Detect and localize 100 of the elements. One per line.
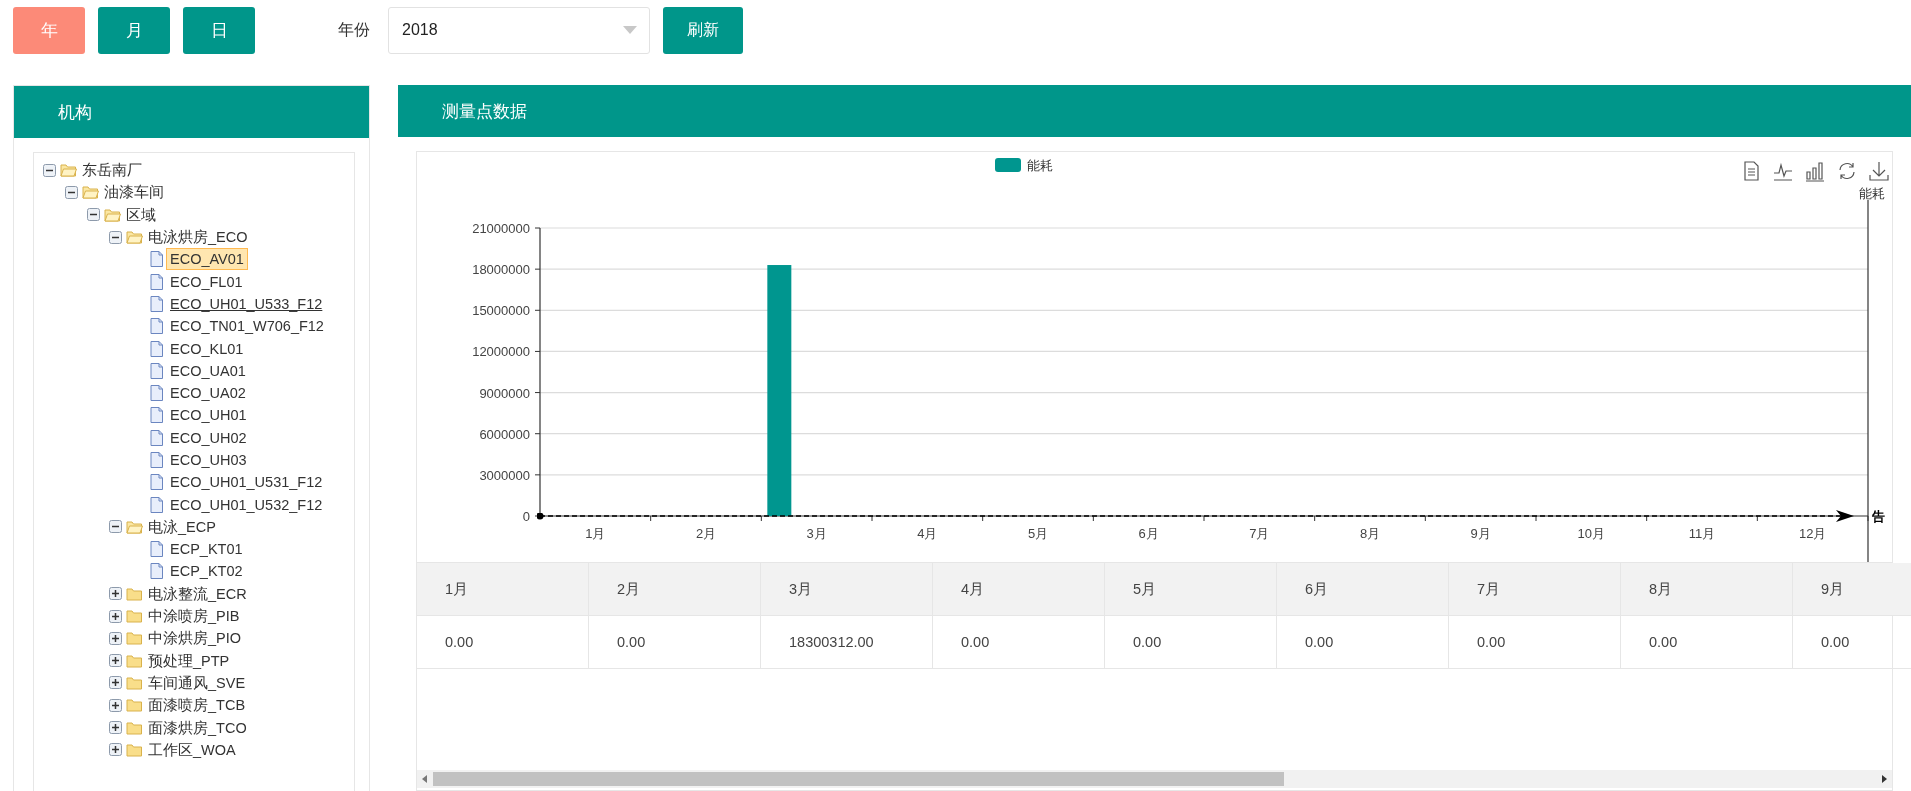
document-icon (148, 563, 165, 580)
x-tick-label: 2月 (695, 526, 717, 541)
tree-item[interactable]: ECO_TN01_W706_F12 (166, 315, 328, 338)
tree-item[interactable]: 中涂烘房_PIO (144, 627, 246, 650)
expand-icon[interactable] (109, 698, 122, 712)
tree-item[interactable]: 区域 (122, 203, 160, 226)
tree-item[interactable]: ECO_UH01_U531_F12 (166, 471, 327, 494)
collapse-icon[interactable] (43, 163, 56, 177)
tree-item[interactable]: ECO_UH01_U533_F12 (166, 292, 327, 315)
tree-item[interactable]: 车间通风_SVE (144, 671, 250, 694)
expand-icon[interactable] (109, 676, 122, 690)
y-tick-label: 21000000 (472, 221, 530, 236)
tree-item[interactable]: 电泳整流_ECR (144, 582, 251, 605)
period-tab[interactable]: 日 (183, 6, 255, 54)
x-tick-label: 11月 (1688, 526, 1716, 541)
tree-item[interactable]: ECO_UH03 (166, 449, 251, 471)
collapse-icon[interactable] (109, 230, 122, 244)
document-icon (148, 474, 165, 491)
table-cell: 0.00 (1449, 616, 1621, 669)
tree-item[interactable]: ECO_UH02 (166, 426, 251, 449)
collapse-icon[interactable] (65, 185, 78, 199)
tree-item[interactable]: ECP_KT01 (166, 538, 247, 561)
tree-item[interactable]: ECO_UA01 (166, 359, 250, 382)
scrollbar-thumb[interactable] (433, 772, 1285, 786)
expand-icon[interactable] (109, 743, 122, 757)
expand-icon[interactable] (109, 654, 122, 668)
expand-icon[interactable] (109, 587, 122, 601)
x-tick-label: 1月 (585, 526, 606, 541)
tree-item[interactable]: ECO_UH01_U532_F12 (166, 493, 327, 516)
table-cell: 0.00 (933, 616, 1105, 669)
y-tick-label: 18000000 (472, 262, 530, 278)
tree-item[interactable]: ECO_AV01 (166, 248, 248, 271)
period-tab[interactable]: 月 (98, 6, 170, 54)
column-header: 1月 (417, 563, 589, 616)
column-header: 9月 (1793, 563, 1911, 616)
table-cell: 0.00 (589, 616, 761, 669)
tree-item[interactable]: 预处理_PTP (144, 649, 234, 672)
tree-item[interactable]: 工作区_WOA (144, 738, 240, 761)
x-tick-label: 8月 (1359, 526, 1381, 541)
folder-icon (126, 674, 143, 691)
tree-item[interactable]: 电泳烘房_ECO (144, 226, 252, 249)
table-cell: 0.00 (1793, 616, 1911, 669)
bar-chart-icon[interactable] (1805, 162, 1825, 182)
x-tick-label: 3月 (806, 526, 827, 541)
collapse-icon[interactable] (109, 520, 122, 534)
x-tick-label: 9月 (1470, 526, 1491, 541)
tree-item[interactable]: ECO_UH01 (166, 404, 251, 427)
tree-item[interactable]: 中涂喷房_PIB (144, 605, 244, 628)
tree-item[interactable]: 油漆车间 (100, 181, 168, 204)
tree-item[interactable]: 面漆喷房_TCB (144, 694, 250, 717)
x-tick-label: 12月 (1798, 526, 1827, 541)
refresh-button[interactable]: 刷新 (663, 6, 743, 54)
folder-icon (126, 741, 143, 758)
y-tick-label: 9000000 (479, 385, 530, 401)
column-header: 5月 (1105, 563, 1277, 616)
folder-icon (60, 162, 77, 179)
year-label: 年份 (338, 19, 370, 40)
legend-label[interactable]: 能耗 (1027, 158, 1053, 173)
download-icon[interactable] (1869, 161, 1889, 181)
tree-item[interactable]: 电泳_ECP (144, 515, 220, 538)
column-header: 3月 (761, 563, 933, 616)
x-tick-label: 4月 (917, 526, 938, 541)
panel-header: 机构 (14, 86, 369, 138)
x-tick-label: 6月 (1138, 526, 1159, 541)
tree-item[interactable]: 面漆烘房_TCO (144, 716, 251, 739)
expand-icon[interactable] (109, 631, 122, 645)
tree-item[interactable]: 东岳南厂 (78, 159, 146, 182)
folder-icon (126, 719, 143, 736)
collapse-icon[interactable] (87, 208, 100, 222)
folder-icon (126, 652, 143, 669)
document-icon (148, 295, 165, 312)
tree-item[interactable]: ECO_KL01 (166, 337, 248, 360)
folder-icon (82, 184, 99, 201)
year-select[interactable]: 2018 (388, 6, 650, 54)
refresh-icon[interactable] (1839, 162, 1855, 180)
document-icon (148, 541, 165, 558)
folder-icon (126, 608, 143, 625)
document-icon (148, 251, 165, 268)
tree-item[interactable]: ECP_KT02 (166, 560, 247, 583)
document-icon (148, 362, 165, 379)
expand-icon[interactable] (109, 609, 122, 623)
folder-icon (126, 697, 143, 714)
table-cell: 0.00 (1277, 616, 1449, 669)
document-icon (148, 273, 165, 290)
tree-item[interactable]: ECO_FL01 (166, 270, 247, 293)
expand-icon[interactable] (109, 721, 122, 735)
column-header: 2月 (589, 563, 761, 616)
table-cell: 18300312.00 (761, 616, 933, 669)
reference-line-label: 告 (1872, 509, 1885, 524)
y-tick-label: 3000000 (479, 467, 530, 483)
document-icon (148, 452, 165, 468)
table-cell: 0.00 (417, 616, 589, 669)
data-view-icon[interactable] (1744, 161, 1759, 181)
horizontal-scrollbar[interactable] (417, 770, 1892, 788)
document-icon (148, 496, 165, 513)
tree-item[interactable]: ECO_UA02 (166, 382, 250, 405)
column-header: 4月 (933, 563, 1105, 616)
legend-swatch[interactable] (995, 158, 1021, 172)
document-icon (148, 318, 165, 335)
line-chart-icon[interactable] (1773, 162, 1793, 181)
